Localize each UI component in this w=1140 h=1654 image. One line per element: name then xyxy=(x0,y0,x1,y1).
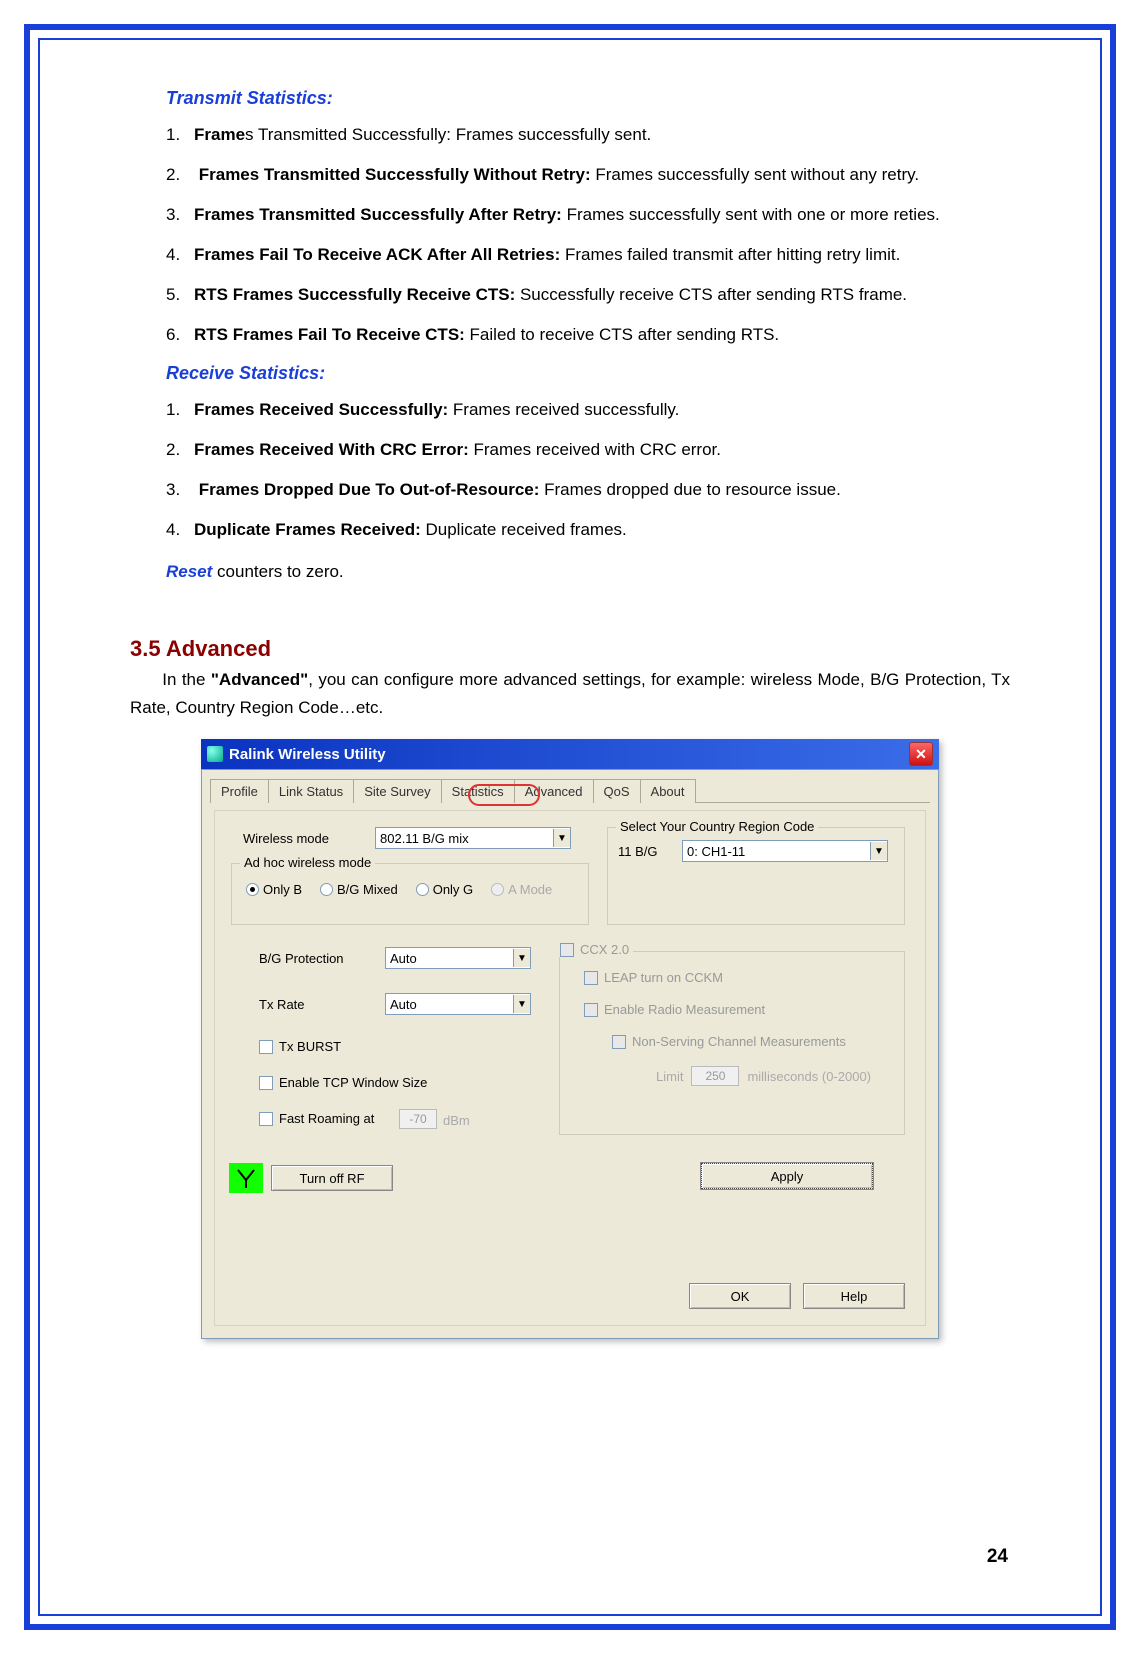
list-item: 4.Frames Fail To Receive ACK After All R… xyxy=(130,241,1010,269)
list-item: 5.RTS Frames Successfully Receive CTS: S… xyxy=(130,281,1010,309)
ccx-groupbox: CCX 2.0 LEAP turn on CCKM Enable Radio M… xyxy=(559,951,905,1135)
list-item: 4.Duplicate Frames Received: Duplicate r… xyxy=(166,516,1010,544)
apply-button[interactable]: Apply xyxy=(701,1163,873,1189)
ccx-leap-checkbox: LEAP turn on CCKM xyxy=(584,970,723,985)
rf-antenna-icon xyxy=(229,1163,263,1193)
help-button[interactable]: Help xyxy=(803,1283,905,1309)
tab-statistics[interactable]: Statistics xyxy=(441,779,515,803)
ccx-limit-label: Limit xyxy=(656,1069,683,1084)
fastroaming-checkbox[interactable]: Fast Roaming at xyxy=(259,1111,374,1126)
ccx-enable-checkbox[interactable]: CCX 2.0 xyxy=(556,942,633,957)
page-number: 24 xyxy=(987,1546,1008,1568)
bg-protection-select[interactable]: Auto ▼ xyxy=(385,947,531,969)
tab-bar: Profile Link Status Site Survey Statisti… xyxy=(210,778,930,803)
ccx-nonserving-checkbox: Non-Serving Channel Measurements xyxy=(612,1034,846,1049)
wireless-mode-select[interactable]: 802.11 B/G mix ▼ xyxy=(375,827,571,849)
fastroaming-unit: dBm xyxy=(443,1113,470,1128)
tcpwindow-checkbox[interactable]: Enable TCP Window Size xyxy=(259,1075,427,1090)
window-title: Ralink Wireless Utility xyxy=(229,746,909,763)
radio-bg-mixed[interactable]: B/G Mixed xyxy=(320,882,398,897)
close-button[interactable]: ✕ xyxy=(909,742,933,766)
list-item: 6.RTS Frames Fail To Receive CTS: Failed… xyxy=(166,321,1010,349)
ok-button[interactable]: OK xyxy=(689,1283,791,1309)
txburst-checkbox[interactable]: Tx BURST xyxy=(259,1039,341,1054)
tab-profile[interactable]: Profile xyxy=(210,779,269,803)
tab-advanced[interactable]: Advanced xyxy=(514,779,594,803)
app-icon xyxy=(207,746,223,762)
region-groupbox: Select Your Country Region Code 11 B/G 0… xyxy=(607,827,905,925)
intro-paragraph: In the "Advanced", you can configure mor… xyxy=(130,666,1010,722)
txrate-select[interactable]: Auto ▼ xyxy=(385,993,531,1015)
adhoc-legend: Ad hoc wireless mode xyxy=(240,855,375,870)
tab-qos[interactable]: QoS xyxy=(593,779,641,803)
region-select[interactable]: 0: CH1-11 ▼ xyxy=(682,840,888,862)
list-item: 2.Frames Received With CRC Error: Frames… xyxy=(166,436,1010,464)
turn-off-rf-button[interactable]: Turn off RF xyxy=(271,1165,393,1191)
page-content: Transmit Statistics: 1.Frames Transmitte… xyxy=(130,88,1010,1339)
tab-panel-advanced: Wireless mode 802.11 B/G mix ▼ Ad hoc wi… xyxy=(214,810,926,1326)
wireless-mode-label: Wireless mode xyxy=(243,831,329,846)
list-item: 3. Frames Dropped Due To Out-of-Resource… xyxy=(94,476,1010,504)
receive-stats-heading: Receive Statistics: xyxy=(166,363,1010,384)
chevron-down-icon: ▼ xyxy=(553,829,570,847)
reset-line: Reset counters to zero. xyxy=(166,558,1010,586)
radio-only-b[interactable]: Only B xyxy=(246,882,302,897)
ralink-dialog: Ralink Wireless Utility ✕ Profile Link S… xyxy=(201,739,939,1339)
close-icon: ✕ xyxy=(915,746,927,763)
transmit-stats-heading: Transmit Statistics: xyxy=(166,88,1010,109)
tab-link-status[interactable]: Link Status xyxy=(268,779,354,803)
radio-only-g[interactable]: Only G xyxy=(416,882,473,897)
list-item: 1.Frames Transmitted Successfully: Frame… xyxy=(166,121,1010,149)
tab-about[interactable]: About xyxy=(640,779,696,803)
titlebar: Ralink Wireless Utility ✕ xyxy=(201,739,939,769)
adhoc-groupbox: Ad hoc wireless mode Only B B/G Mixed On… xyxy=(231,863,589,925)
chevron-down-icon: ▼ xyxy=(513,949,530,967)
receive-stats-list: 1.Frames Received Successfully: Frames r… xyxy=(166,396,1010,544)
radio-a-mode: A Mode xyxy=(491,882,552,897)
ccx-limit-unit: milliseconds (0-2000) xyxy=(747,1069,871,1084)
ccx-radio-checkbox: Enable Radio Measurement xyxy=(584,1002,765,1017)
dialog-body: Profile Link Status Site Survey Statisti… xyxy=(201,769,939,1339)
txrate-label: Tx Rate xyxy=(259,997,305,1012)
section-heading-advanced: 3.5 Advanced xyxy=(130,636,1010,662)
list-item: 2. Frames Transmitted Successfully Witho… xyxy=(130,161,1010,189)
transmit-stats-list: 1.Frames Transmitted Successfully: Frame… xyxy=(166,121,1010,349)
tab-site-survey[interactable]: Site Survey xyxy=(353,779,441,803)
region-legend: Select Your Country Region Code xyxy=(616,819,818,834)
list-item: 3.Frames Transmitted Successfully After … xyxy=(94,201,1010,229)
bg-protection-label: B/G Protection xyxy=(259,951,344,966)
list-item: 1.Frames Received Successfully: Frames r… xyxy=(166,396,1010,424)
chevron-down-icon: ▼ xyxy=(870,842,887,860)
region-11bg-label: 11 B/G xyxy=(618,844,658,859)
fastroaming-value: -70 xyxy=(399,1109,437,1129)
ccx-limit-value: 250 xyxy=(691,1066,739,1086)
chevron-down-icon: ▼ xyxy=(513,995,530,1013)
